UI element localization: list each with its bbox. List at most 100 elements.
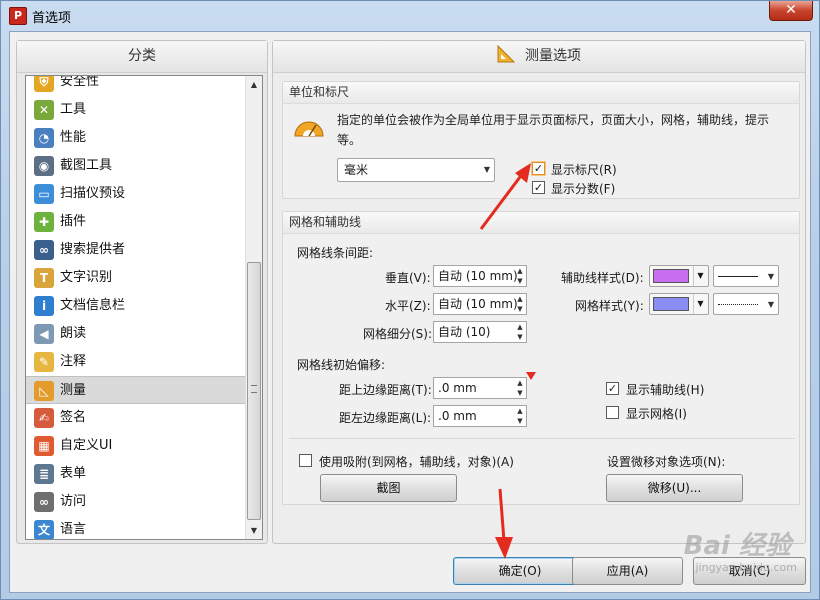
red-marker-icon	[526, 372, 536, 380]
scroll-thumb[interactable]	[247, 262, 261, 520]
options-title: 测量选项	[525, 48, 581, 64]
spin-arrows-icon[interactable]: ▲ ▼	[514, 266, 526, 286]
spin-arrows-icon[interactable]: ▲ ▼	[514, 294, 526, 314]
gauge-icon: ◔	[34, 128, 54, 148]
category-item[interactable]: ✕ 工具	[26, 96, 246, 124]
category-item[interactable]: 文语言	[26, 516, 246, 539]
category-item[interactable]: ◀ 朗读	[26, 320, 246, 348]
category-item[interactable]: ✚ 插件	[26, 208, 246, 236]
guide-line-dropdown[interactable]: ▼	[713, 265, 779, 287]
spin-arrows-icon[interactable]: ▲ ▼	[514, 322, 526, 342]
category-item[interactable]: ∞ 访问	[26, 488, 246, 516]
scroll-down-icon[interactable]: ▼	[246, 522, 262, 539]
show-ruler-label: 显示标尺(R)	[551, 163, 617, 177]
show-fraction-label: 显示分数(F)	[551, 182, 616, 196]
grid-line-dropdown[interactable]: ▼	[713, 293, 779, 315]
category-header: 分类	[17, 41, 267, 73]
ruler-icon: ◺	[34, 381, 54, 401]
vertical-label: 垂直(V):	[385, 271, 431, 285]
category-item-label: 签名	[60, 410, 87, 425]
snap-checkbox[interactable]	[299, 454, 312, 467]
guide-style-label: 辅助线样式(D):	[561, 271, 644, 285]
protractor-icon	[294, 121, 324, 137]
binoculars-icon: ∞	[34, 240, 54, 260]
show-guides-label: 显示辅助线(H)	[626, 383, 705, 397]
preferences-window: P 首选项 ✕ 分类 ⛨ 安全性 ✕ 工具 ◔ 性能 ◉ 截图工具 ▭ 扫描仪预设 ✚ 插件 ∞ 搜索提供…	[0, 0, 820, 600]
category-item-label: 测量	[60, 383, 87, 398]
left-offset-spinbox[interactable]: .0 mm ▲ ▼	[433, 405, 527, 427]
category-item[interactable]: ≣ 表单	[26, 460, 246, 488]
category-item[interactable]: ✍ 签名	[26, 404, 246, 432]
options-header: 测量选项	[273, 41, 805, 73]
close-button[interactable]: ✕	[769, 1, 813, 21]
annotation-icon: ✎	[34, 352, 54, 372]
category-item-label: 注释	[60, 354, 87, 369]
category-panel: 分类 ⛨ 安全性 ✕ 工具 ◔ 性能 ◉ 截图工具 ▭ 扫描仪预设 ✚ 插件 ∞ 搜索提供者 T 文字识别 i 文…	[16, 40, 268, 544]
scroll-up-icon[interactable]: ▲	[246, 76, 262, 93]
guide-color-button[interactable]: ▼	[649, 265, 709, 287]
nudge-button[interactable]: 微移(U)...	[606, 474, 743, 502]
category-item[interactable]: ▭ 扫描仪预设	[26, 180, 246, 208]
units-group-title: 单位和标尺	[283, 82, 799, 104]
form-icon: ≣	[34, 464, 54, 484]
ocr-icon: T	[34, 268, 54, 288]
category-item[interactable]: ▦ 自定义UI	[26, 432, 246, 460]
measure-options-panel: 测量选项 单位和标尺 指定的单位会被作为全局单位用于显示页面标尺，页面大小，网格…	[272, 40, 806, 544]
chevron-down-icon: ▼	[693, 294, 707, 314]
subdivision-label: 网格细分(S):	[363, 327, 433, 341]
horizontal-value: 自动 (10 mm)	[438, 297, 518, 311]
category-item[interactable]: ◺ 测量	[26, 376, 246, 404]
title-bar: P 首选项 ✕	[1, 1, 819, 31]
show-grid-label: 显示网格(I)	[626, 407, 687, 421]
category-item-label: 性能	[60, 130, 87, 145]
category-list[interactable]: ⛨ 安全性 ✕ 工具 ◔ 性能 ◉ 截图工具 ▭ 扫描仪预设 ✚ 插件 ∞ 搜索提供者 T 文字识别 i 文档信息…	[25, 75, 263, 540]
category-item[interactable]: ∞ 搜索提供者	[26, 236, 246, 264]
spin-arrows-icon[interactable]: ▲ ▼	[514, 406, 526, 426]
category-item[interactable]: ✎ 注释	[26, 348, 246, 376]
horizontal-spinbox[interactable]: 自动 (10 mm) ▲ ▼	[433, 293, 527, 315]
watermark-url: jingyan.baidu.com	[695, 561, 797, 574]
speaker-icon: ◀	[34, 324, 54, 344]
glasses-icon: ∞	[34, 492, 54, 512]
category-item-label: 表单	[60, 466, 87, 481]
vertical-spinbox[interactable]: 自动 (10 mm) ▲ ▼	[433, 265, 527, 287]
signature-icon: ✍	[34, 408, 54, 428]
shield-icon: ⛨	[34, 76, 54, 92]
category-item[interactable]: T 文字识别	[26, 264, 246, 292]
ok-button[interactable]: 确定(O)	[453, 557, 587, 585]
info-icon: i	[34, 296, 54, 316]
puzzle-icon: ✚	[34, 212, 54, 232]
snap-label: 使用吸附(到网格，辅助线，对象)(A)	[319, 455, 514, 469]
category-scrollbar[interactable]: ▲ ▼	[245, 76, 262, 539]
category-item-label: 自定义UI	[60, 438, 113, 453]
show-guides-checkbox[interactable]: ✓	[606, 382, 619, 395]
chevron-down-icon: ▼	[767, 272, 774, 281]
category-item-label: 插件	[60, 214, 87, 229]
top-offset-spinbox[interactable]: .0 mm ▲ ▼	[433, 377, 527, 399]
category-item-label: 搜索提供者	[60, 242, 126, 257]
category-item-label: 扫描仪预设	[60, 186, 126, 201]
show-grid-checkbox[interactable]	[606, 406, 619, 419]
grid-color-swatch	[653, 297, 689, 311]
grid-color-button[interactable]: ▼	[649, 293, 709, 315]
category-item[interactable]: ◉ 截图工具	[26, 152, 246, 180]
category-item-label: 截图工具	[60, 158, 113, 173]
window-title: 首选项	[32, 11, 72, 26]
grid-group: 网格和辅助线 网格线条间距: 垂直(V): 自动 (10 mm) ▲ ▼ 水平(Z…	[282, 211, 800, 505]
category-item[interactable]: ⛨ 安全性	[26, 76, 246, 96]
category-item[interactable]: i 文档信息栏	[26, 292, 246, 320]
spin-arrows-icon[interactable]: ▲ ▼	[514, 378, 526, 398]
left-offset-label: 距左边缘距离(L):	[339, 411, 432, 425]
ruler-icon	[497, 45, 515, 63]
horizontal-label: 水平(Z):	[385, 299, 431, 313]
watermark: Bai 经验	[683, 531, 791, 561]
units-group: 单位和标尺 指定的单位会被作为全局单位用于显示页面标尺，页面大小，网格，辅助线，…	[282, 81, 800, 199]
category-item-label: 文字识别	[60, 270, 113, 285]
screenshot-button[interactable]: 截图	[320, 474, 457, 502]
red-arrow-icon	[479, 163, 531, 230]
category-item[interactable]: ◔ 性能	[26, 124, 246, 152]
subdivision-value: 自动 (10)	[438, 325, 491, 339]
subdivision-spinbox[interactable]: 自动 (10) ▲ ▼	[433, 321, 527, 343]
apply-button[interactable]: 应用(A)	[572, 557, 683, 585]
dialog-client: 分类 ⛨ 安全性 ✕ 工具 ◔ 性能 ◉ 截图工具 ▭ 扫描仪预设 ✚ 插件 ∞ 搜索提供者 T 文字识别 i 文…	[9, 31, 811, 593]
